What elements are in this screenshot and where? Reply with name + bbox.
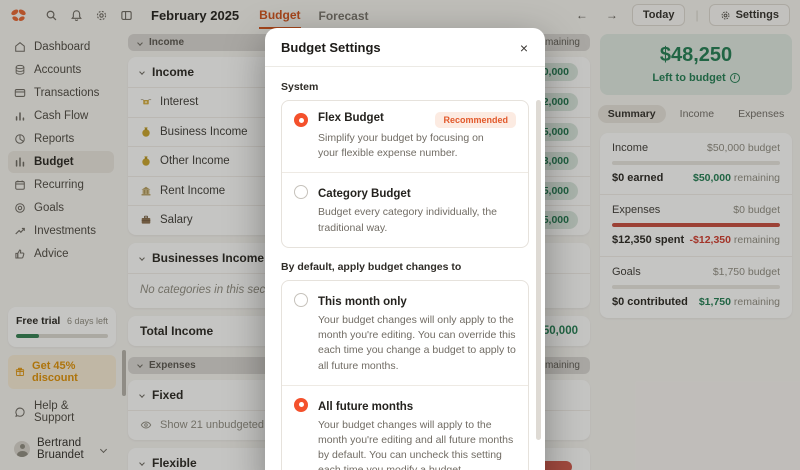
option-flex-budget[interactable]: Flex Budget Recommended Simplify your bu… <box>282 101 528 172</box>
apply-section-label: By default, apply budget changes to <box>281 260 462 273</box>
radio-unselected-icon[interactable] <box>294 292 308 307</box>
option-category-budget[interactable]: Category Budget Budget every category in… <box>282 172 528 246</box>
radio-unselected-icon[interactable] <box>294 185 308 200</box>
system-options-card: Flex Budget Recommended Simplify your bu… <box>281 100 529 248</box>
modal-title: Budget Settings <box>281 40 381 55</box>
apply-options-card: This month only Your budget changes will… <box>281 279 529 470</box>
app-window: February 2025 Budget Forecast ← → Today … <box>0 0 800 470</box>
modal-scrollbar-thumb[interactable] <box>536 100 541 440</box>
system-section-label: System <box>281 81 319 93</box>
close-icon[interactable]: × <box>519 41 529 55</box>
option-this-month-only[interactable]: This month only Your budget changes will… <box>282 281 528 385</box>
radio-selected-icon[interactable] <box>294 113 308 127</box>
budget-settings-modal: Budget Settings × System Flex Budget Rec… <box>265 28 545 470</box>
option-all-future-months[interactable]: All future months Your budget changes wi… <box>282 384 528 470</box>
recommended-badge: Recommended <box>435 112 516 128</box>
radio-selected-icon[interactable] <box>294 397 308 412</box>
